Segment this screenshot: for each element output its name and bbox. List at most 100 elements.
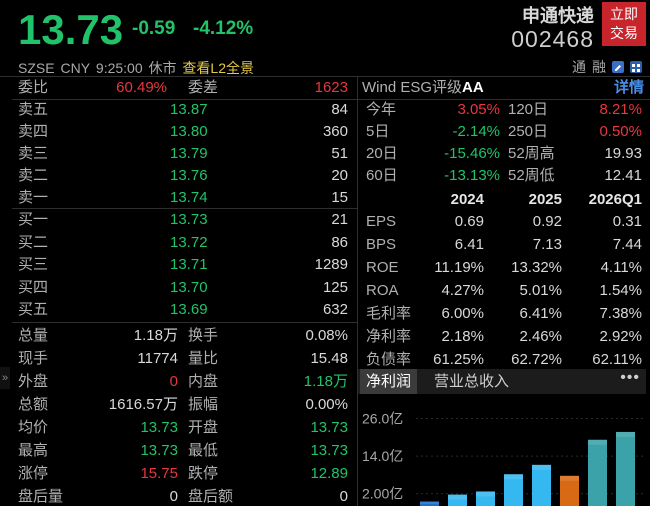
stock-code: 002468	[511, 26, 594, 52]
bid-volume: 632	[322, 301, 348, 318]
stat-value: 15.48	[310, 350, 348, 367]
financials-value: 2.46%	[519, 328, 562, 345]
ask-row[interactable]: 卖一 13.74 15	[18, 187, 352, 209]
period-return: 19.93	[604, 145, 642, 162]
exchange: SZSE	[18, 60, 55, 76]
ask-volume: 360	[322, 123, 348, 140]
chart-bar-highlight	[560, 475, 579, 481]
last-price: 13.73	[18, 6, 124, 53]
commission-ratio-label: 委比	[18, 79, 49, 96]
grid-icon[interactable]	[630, 61, 642, 73]
financials-value: 6.00%	[441, 305, 484, 322]
financials-value: 2.92%	[599, 328, 642, 345]
period-label: 52周低	[508, 167, 555, 184]
edit-icon[interactable]	[612, 61, 624, 73]
ask-row[interactable]: 卖三 13.79 51	[18, 143, 352, 165]
period-return: -2.14%	[452, 123, 500, 140]
tag-tong: 通	[572, 59, 586, 75]
stat-row: 外盘 0 内盘 1.18万	[18, 371, 352, 393]
period-label: 20日	[366, 145, 398, 162]
stat-label: 总量	[18, 327, 49, 344]
bid-price: 13.70	[170, 278, 208, 296]
chart-bar[interactable]	[588, 439, 607, 506]
ask-row[interactable]: 卖五 13.87 84	[18, 99, 352, 121]
chart-y-tick-label: 2.00亿	[362, 486, 403, 502]
stock-name: 申通快递	[522, 6, 594, 26]
stat-label: 内盘	[188, 373, 219, 390]
period-label: 52周高	[508, 145, 555, 162]
net-profit-chart: 26.0亿 14.0亿 2.00亿	[362, 411, 646, 506]
bid-price: 13.71	[170, 256, 208, 273]
trade-button-line2: 交易	[610, 25, 638, 41]
bid-volume: 1289	[314, 256, 348, 273]
l2-panorama-link[interactable]: 查看L2全景	[182, 60, 254, 76]
esg-rating-value: AA	[462, 79, 484, 96]
financials-row: ROA 4.27% 5.01% 1.54%	[366, 280, 644, 302]
financials-value: 4.27%	[441, 282, 484, 299]
financials-value: 61.25%	[433, 351, 484, 368]
financials-row: 净利率 2.18% 2.46% 2.92%	[366, 326, 644, 348]
session-status: 休市	[148, 60, 177, 76]
chart-bar[interactable]	[616, 431, 635, 506]
period-label: 60日	[366, 167, 398, 184]
tab-net-profit[interactable]: 净利润	[360, 369, 418, 394]
stat-value: 13.73	[140, 419, 178, 436]
ask-volume: 15	[331, 189, 348, 206]
period-return: 12.41	[604, 167, 642, 184]
bid-row[interactable]: 买三 13.71 1289	[18, 254, 352, 276]
stat-value: 0	[169, 488, 178, 505]
bid-row[interactable]: 买四 13.70 125	[18, 277, 352, 299]
bid-volume: 86	[331, 233, 348, 251]
stat-value: 1.18万	[133, 327, 178, 344]
financials-value: 0.92	[532, 213, 562, 230]
financials-row: EPS 0.69 0.92 0.31	[366, 211, 644, 233]
ask-row[interactable]: 卖二 13.76 20	[18, 165, 352, 187]
stat-value: 12.89	[310, 465, 348, 482]
bid-price: 13.73	[170, 211, 208, 228]
financials-value: 7.13	[532, 236, 562, 253]
financials-row: 负债率 61.25% 62.72% 62.11%	[366, 349, 644, 371]
financials-label: EPS	[366, 213, 397, 230]
bid-row[interactable]: 买二 13.72 86	[18, 232, 352, 254]
bid-price: 13.72	[170, 233, 208, 251]
period-label: 今年	[366, 101, 397, 118]
financials-value: 62.11%	[592, 351, 642, 368]
stat-label: 最高	[18, 442, 49, 459]
stat-label: 开盘	[188, 419, 219, 436]
performance-row: 60日 -13.13% 52周低 12.41	[366, 165, 644, 187]
stat-row: 最高 13.73 最低 13.73	[18, 440, 352, 462]
financials-label: 负债率	[366, 351, 412, 368]
commission-diff-value: 1623	[314, 79, 348, 96]
stat-label: 盘后量	[18, 488, 64, 505]
financials-column-header: 2024	[450, 191, 484, 208]
stat-label: 总额	[18, 396, 49, 413]
period-return: 8.21%	[599, 101, 642, 118]
bid-stats-divider	[12, 322, 357, 323]
bid-row[interactable]: 买一 13.73 21	[18, 209, 352, 231]
chart-bar-highlight	[532, 464, 551, 470]
financials-label: BPS	[366, 236, 397, 253]
price-change-percent: -4.12%	[193, 18, 254, 39]
period-return: -15.46%	[444, 145, 500, 162]
financials-value: 4.11%	[600, 259, 642, 276]
stat-value: 1.18万	[303, 373, 348, 390]
performance-row: 20日 -15.46% 52周高 19.93	[366, 143, 644, 165]
esg-detail-link[interactable]: 详情	[614, 77, 644, 99]
ask-label: 卖四	[18, 123, 49, 140]
ask-row[interactable]: 卖四 13.80 360	[18, 121, 352, 143]
chart-bar[interactable]	[532, 464, 551, 506]
financials-value: 6.41	[454, 236, 484, 253]
performance-row: 今年 3.05% 120日 8.21%	[366, 99, 644, 121]
chart-tabs: 净利润 营业总收入 •••	[358, 369, 646, 394]
stat-row: 涨停 15.75 跌停 12.89	[18, 463, 352, 485]
ask-price: 13.74	[170, 189, 208, 206]
stat-value: 13.73	[310, 442, 348, 459]
expand-panel-icon[interactable]: »	[0, 367, 10, 389]
more-options-icon[interactable]: •••	[620, 369, 640, 387]
bid-row[interactable]: 买五 13.69 632	[18, 299, 352, 321]
tab-total-revenue[interactable]: 营业总收入	[428, 369, 515, 394]
chart-bar-highlight	[420, 501, 439, 504]
trade-now-button[interactable]: 立即 交易	[602, 2, 646, 46]
quote-meta: SZSE CNY 9:25:00 休市 查看L2全景	[18, 58, 256, 78]
financials-header: 2024 2025 2026Q1	[366, 189, 644, 211]
